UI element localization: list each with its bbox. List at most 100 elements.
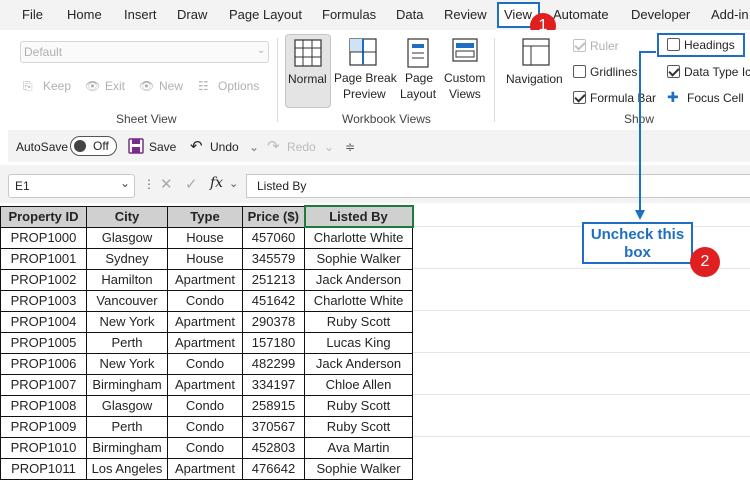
formula-input[interactable]: Listed By — [246, 174, 750, 198]
save-button[interactable]: Save — [149, 140, 176, 154]
table-cell[interactable]: Sophie Walker — [304, 247, 413, 270]
menu-home[interactable]: Home — [67, 7, 102, 22]
menu-page-layout[interactable]: Page Layout — [229, 7, 302, 22]
table-cell[interactable]: House — [167, 226, 243, 249]
table-cell[interactable]: Condo — [167, 289, 243, 312]
table-cell[interactable]: Los Angeles — [86, 457, 168, 480]
page-break-preview-button[interactable]: Page Break Preview — [333, 34, 397, 108]
menu-developer[interactable]: Developer — [631, 7, 690, 22]
table-cell[interactable]: Condo — [167, 415, 243, 438]
table-cell[interactable]: Apartment — [167, 373, 243, 396]
confirm-entry-icon[interactable]: ✓ — [185, 175, 198, 193]
table-cell[interactable]: Lucas King — [304, 331, 413, 354]
formula-bar-checkbox[interactable] — [573, 91, 586, 104]
table-cell[interactable]: Charlotte White — [304, 226, 413, 249]
navigation-button[interactable]: Navigation — [505, 34, 565, 108]
header-property-id[interactable]: Property ID — [0, 205, 87, 228]
table-cell[interactable]: Apartment — [167, 268, 243, 291]
table-cell[interactable]: PROP1009 — [0, 415, 87, 438]
menu-add-in[interactable]: Add-in — [711, 7, 749, 22]
table-cell[interactable]: 452803 — [242, 436, 305, 459]
header-type[interactable]: Type — [167, 205, 243, 228]
table-cell[interactable]: Ava Martin — [304, 436, 413, 459]
table-cell[interactable]: Apartment — [167, 310, 243, 333]
table-cell[interactable]: Vancouver — [86, 289, 168, 312]
redo-button[interactable]: Redo — [287, 140, 316, 154]
menu-insert[interactable]: Insert — [124, 7, 157, 22]
menu-formulas[interactable]: Formulas — [322, 7, 376, 22]
menu-file[interactable]: File — [22, 7, 43, 22]
table-cell[interactable]: PROP1001 — [0, 247, 87, 270]
name-box[interactable]: E1 ⌄ — [8, 174, 135, 198]
table-cell[interactable]: Hamilton — [86, 268, 168, 291]
menu-view[interactable]: View — [504, 7, 532, 22]
sheet-view-dropdown[interactable]: Default ⌄ — [20, 41, 269, 63]
menu-data[interactable]: Data — [396, 7, 423, 22]
table-cell[interactable]: Perth — [86, 415, 168, 438]
table-cell[interactable]: Ruby Scott — [304, 415, 413, 438]
page-layout-button[interactable]: Page Layout — [398, 34, 440, 108]
menu-draw[interactable]: Draw — [177, 7, 207, 22]
menu-automate[interactable]: Automate — [553, 7, 609, 22]
table-cell[interactable]: 451642 — [242, 289, 305, 312]
table-cell[interactable]: Glasgow — [86, 226, 168, 249]
table-cell[interactable]: House — [167, 247, 243, 270]
table-cell[interactable]: Jack Anderson — [304, 352, 413, 375]
table-cell[interactable]: Ruby Scott — [304, 310, 413, 333]
table-cell[interactable]: 251213 — [242, 268, 305, 291]
table-cell[interactable]: 258915 — [242, 394, 305, 417]
table-cell[interactable]: PROP1003 — [0, 289, 87, 312]
table-cell[interactable]: Condo — [167, 352, 243, 375]
table-cell[interactable]: Apartment — [167, 331, 243, 354]
table-cell[interactable]: PROP1004 — [0, 310, 87, 333]
table-cell[interactable]: Charlotte White — [304, 289, 413, 312]
table-cell[interactable]: Sydney — [86, 247, 168, 270]
table-cell[interactable]: Condo — [167, 436, 243, 459]
keep-button[interactable]: Keep — [43, 79, 71, 93]
table-cell[interactable]: Chloe Allen — [304, 373, 413, 396]
customize-toolbar-icon[interactable]: ≑ — [345, 140, 355, 154]
table-cell[interactable]: 290378 — [242, 310, 305, 333]
cancel-entry-icon[interactable]: ✕ — [160, 175, 173, 193]
table-cell[interactable]: PROP1006 — [0, 352, 87, 375]
table-cell[interactable]: 370567 — [242, 415, 305, 438]
header-listed-by[interactable]: Listed By — [303, 205, 414, 228]
table-cell[interactable]: 457060 — [242, 226, 305, 249]
table-cell[interactable]: PROP1002 — [0, 268, 87, 291]
table-cell[interactable]: PROP1010 — [0, 436, 87, 459]
table-cell[interactable]: Apartment — [167, 457, 243, 480]
table-cell[interactable]: Jack Anderson — [304, 268, 413, 291]
options-button[interactable]: Options — [218, 79, 259, 93]
normal-view-button[interactable]: Normal — [285, 34, 331, 108]
exit-button[interactable]: Exit — [105, 79, 125, 93]
insert-function-icon[interactable]: fx — [210, 175, 223, 191]
table-cell[interactable]: 334197 — [242, 373, 305, 396]
table-cell[interactable]: 345579 — [242, 247, 305, 270]
table-cell[interactable]: Glasgow — [86, 394, 168, 417]
redo-dropdown-icon[interactable]: ⌄ — [324, 140, 334, 154]
table-cell[interactable]: Birmingham — [86, 436, 168, 459]
undo-dropdown-icon[interactable]: ⌄ — [249, 140, 259, 154]
table-cell[interactable]: New York — [86, 352, 168, 375]
new-button[interactable]: New — [159, 79, 183, 93]
custom-views-button[interactable]: Custom Views — [442, 34, 488, 108]
header-price[interactable]: Price ($) — [242, 205, 305, 228]
table-cell[interactable]: Perth — [86, 331, 168, 354]
gridlines-checkbox[interactable] — [573, 65, 586, 78]
menu-review[interactable]: Review — [444, 7, 487, 22]
table-cell[interactable]: PROP1008 — [0, 394, 87, 417]
table-cell[interactable]: 476642 — [242, 457, 305, 480]
table-cell[interactable]: PROP1000 — [0, 226, 87, 249]
table-cell[interactable]: Sophie Walker — [304, 457, 413, 480]
undo-button[interactable]: Undo — [210, 140, 239, 154]
table-cell[interactable]: PROP1011 — [0, 457, 87, 480]
table-cell[interactable]: 482299 — [242, 352, 305, 375]
table-cell[interactable]: 157180 — [242, 331, 305, 354]
table-cell[interactable]: Condo — [167, 394, 243, 417]
header-city[interactable]: City — [86, 205, 168, 228]
table-cell[interactable]: Ruby Scott — [304, 394, 413, 417]
table-cell[interactable]: PROP1005 — [0, 331, 87, 354]
table-cell[interactable]: PROP1007 — [0, 373, 87, 396]
autosave-toggle[interactable]: Off — [70, 136, 117, 156]
ruler-checkbox[interactable] — [573, 39, 586, 52]
